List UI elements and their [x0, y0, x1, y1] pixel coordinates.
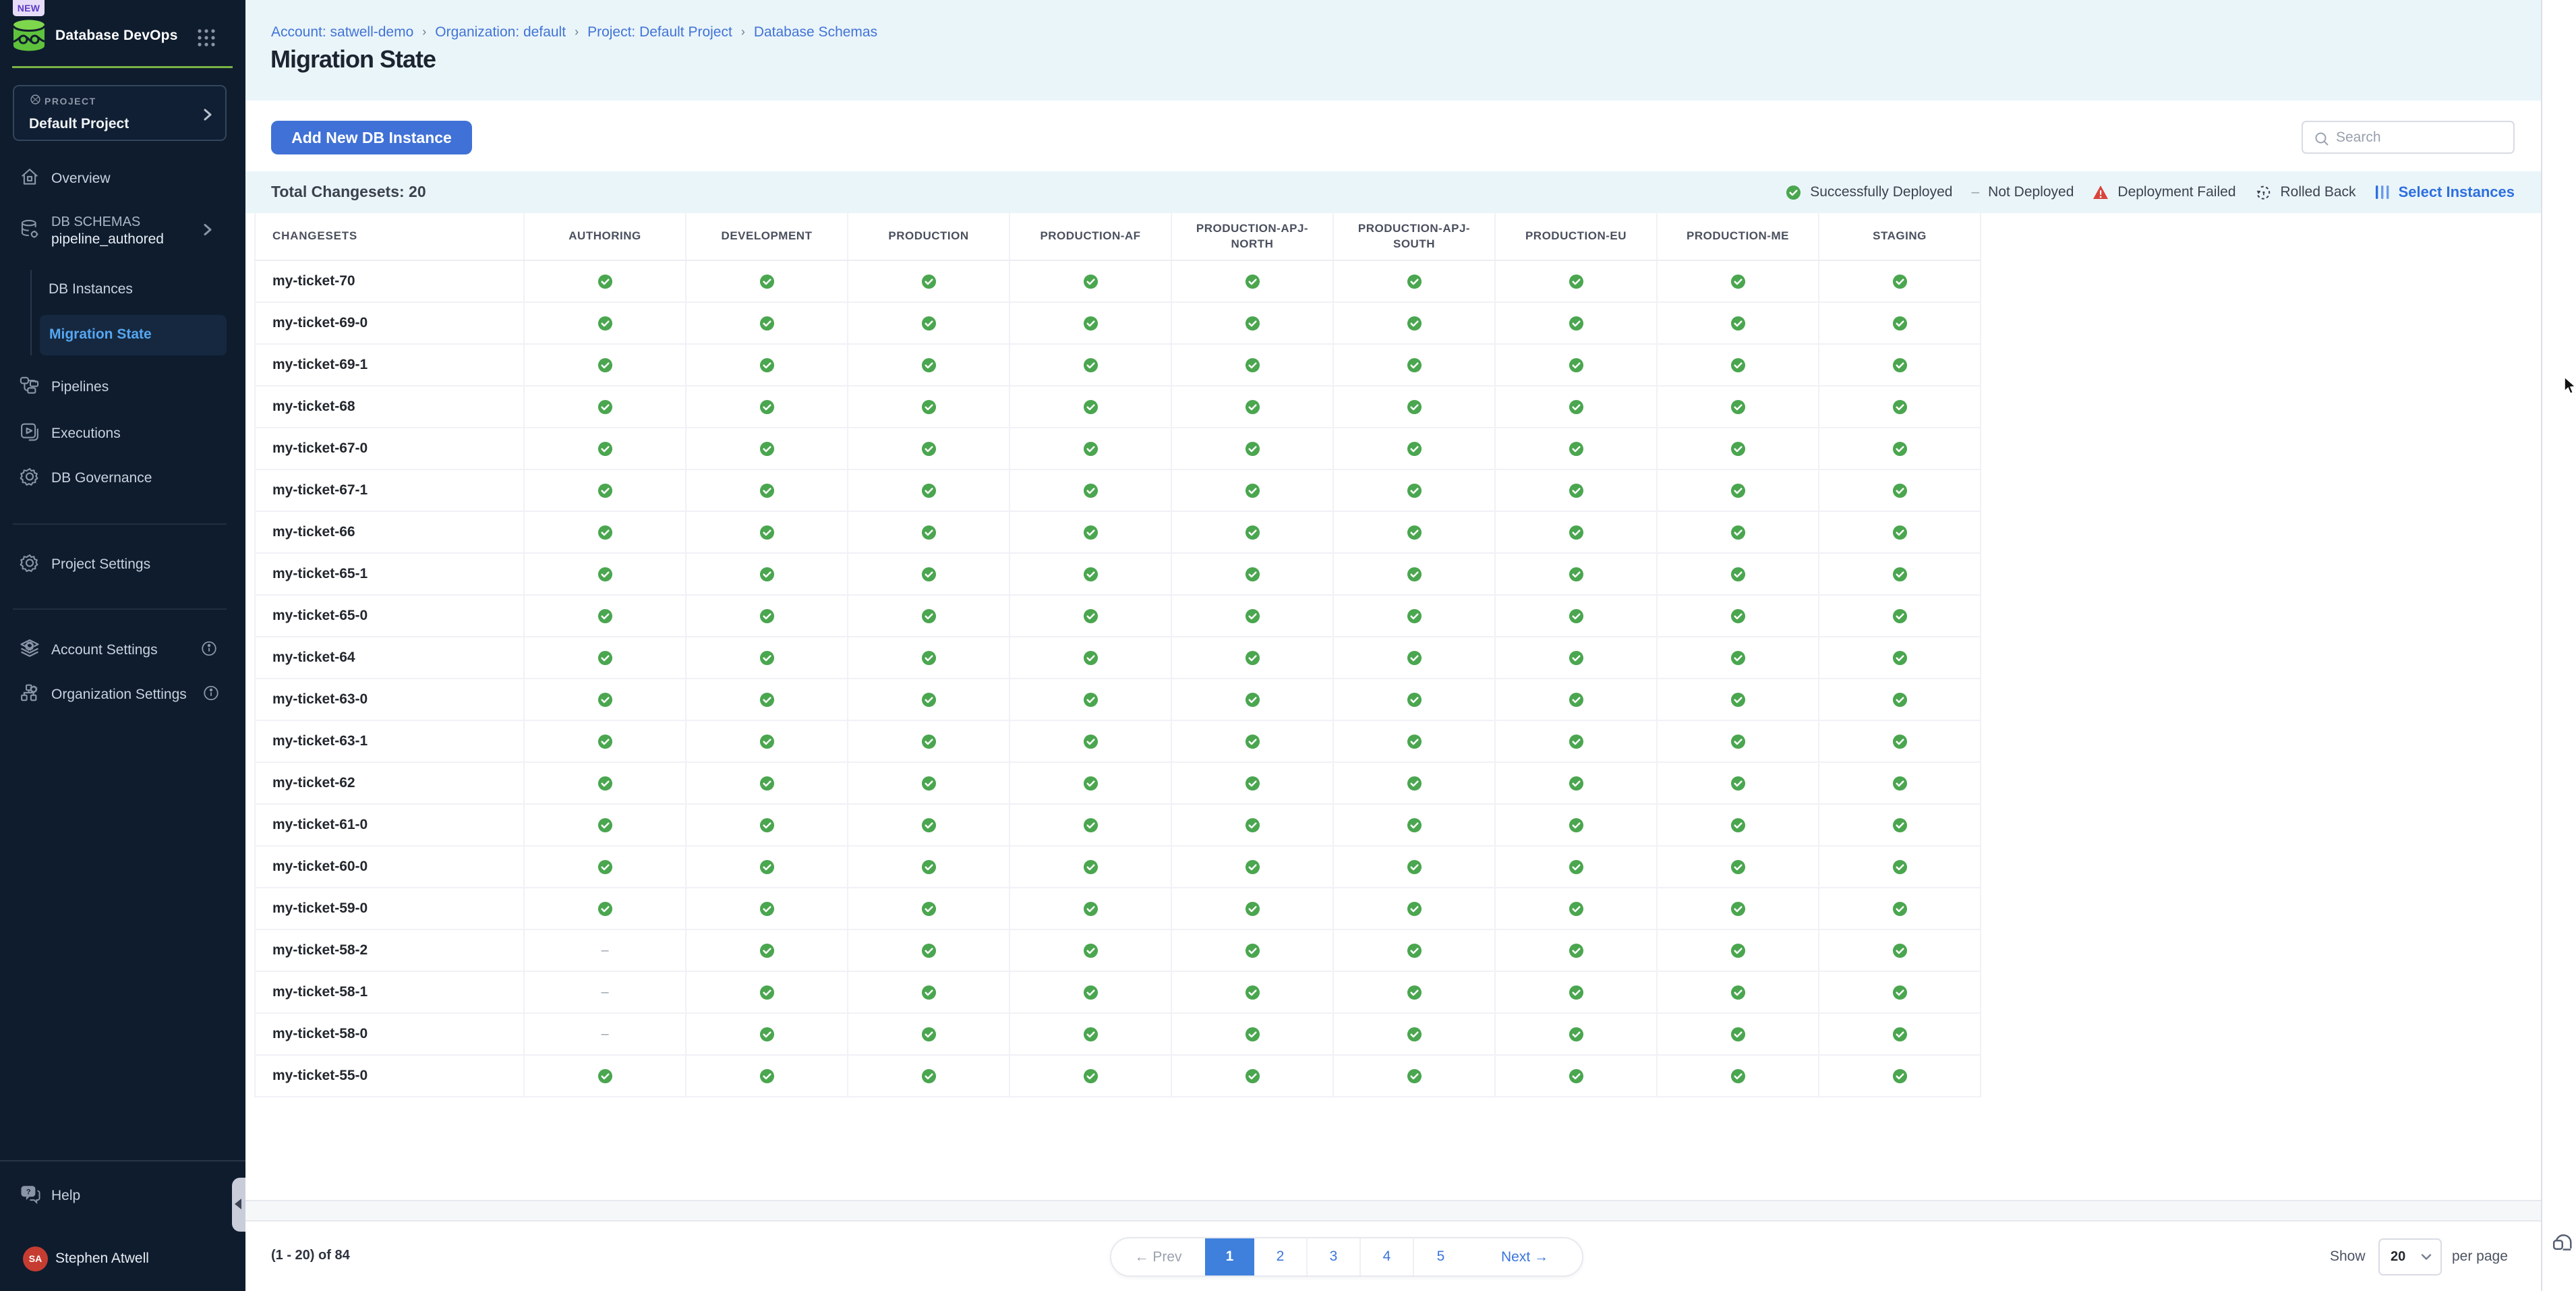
svg-text:?: ?	[26, 1188, 31, 1197]
